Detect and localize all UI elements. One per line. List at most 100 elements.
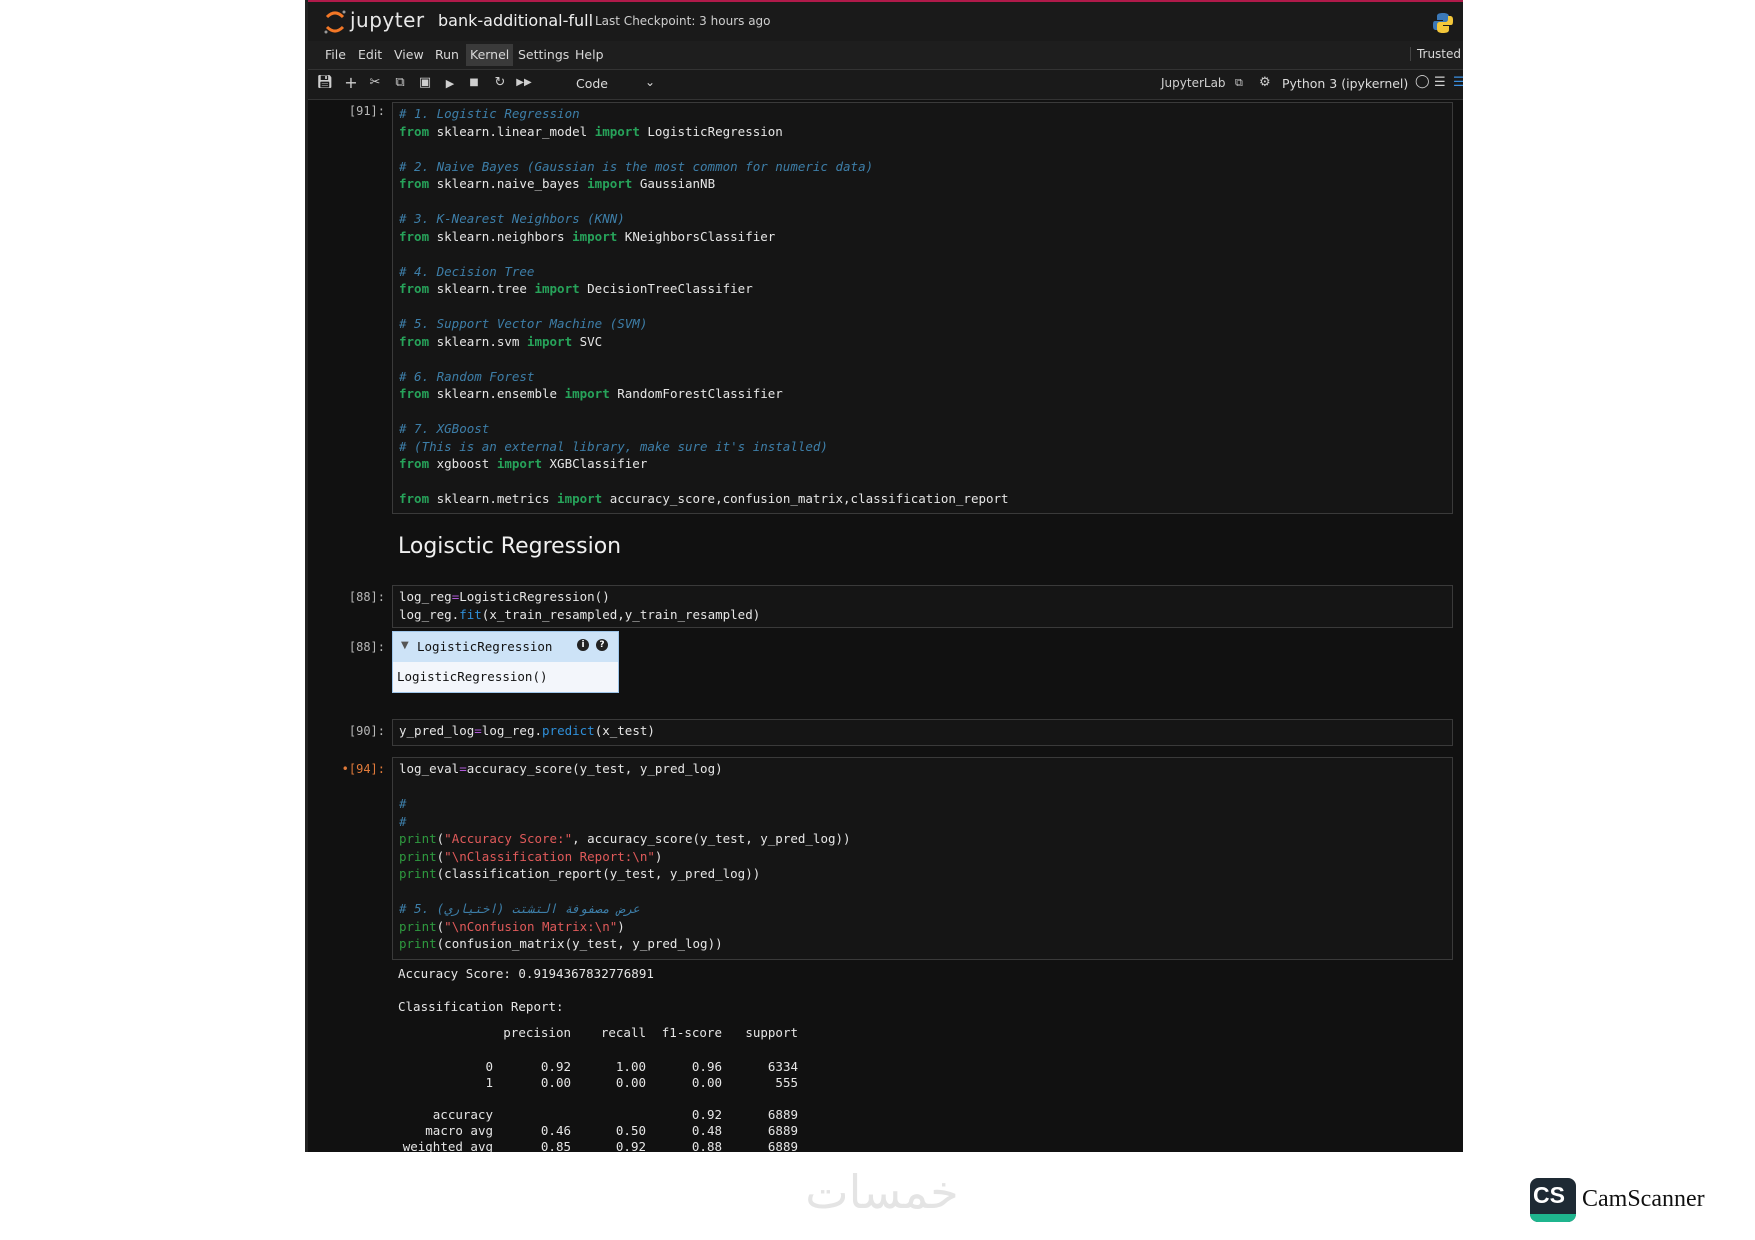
report-cell: 555 bbox=[775, 1075, 798, 1090]
report-cell: 0.48 bbox=[691, 1123, 722, 1138]
camscanner-badge: CS bbox=[1530, 1178, 1576, 1222]
report-cell: 0.88 bbox=[691, 1139, 722, 1152]
help-icon[interactable]: ? bbox=[596, 639, 608, 651]
menu-help[interactable]: Help bbox=[575, 47, 604, 62]
copy-icon[interactable]: ⧉ bbox=[391, 75, 409, 90]
report-row: accuracy 0.92 6889 bbox=[398, 1107, 798, 1123]
report-cell: 0.92 bbox=[615, 1139, 646, 1152]
report-row: weighted avg 0.85 0.92 0.88 6889 bbox=[398, 1139, 798, 1152]
code-cell-evaluate[interactable]: log_eval=accuracy_score(y_test, y_pred_l… bbox=[392, 757, 1453, 960]
property-inspector-icon[interactable]: ☰ bbox=[1453, 75, 1463, 90]
report-cell: 0.85 bbox=[540, 1139, 571, 1152]
report-spacer bbox=[398, 1091, 798, 1107]
add-cell-icon[interactable]: + bbox=[342, 73, 360, 92]
menu-run[interactable]: Run bbox=[435, 47, 459, 62]
menu-view[interactable]: View bbox=[394, 47, 424, 62]
report-cell bbox=[571, 1107, 646, 1123]
report-cell: 1.00 bbox=[615, 1059, 646, 1074]
report-cell bbox=[493, 1107, 571, 1123]
report-cell: 0.00 bbox=[615, 1075, 646, 1090]
report-cell: 6334 bbox=[767, 1059, 798, 1074]
menu-bar: File Edit View Run Kernel Settings Help … bbox=[308, 41, 1463, 70]
report-cell: 0.96 bbox=[691, 1059, 722, 1074]
menu-edit[interactable]: Edit bbox=[358, 47, 382, 62]
markdown-heading[interactable]: Logisctic Regression bbox=[398, 534, 621, 559]
cell-type-select[interactable]: Code bbox=[576, 76, 608, 91]
report-cell: 6889 bbox=[767, 1123, 798, 1138]
report-cell: 0.00 bbox=[691, 1075, 722, 1090]
save-icon[interactable]: 💾︎ bbox=[316, 75, 334, 90]
report-cell: accuracy bbox=[432, 1107, 493, 1122]
cell-prompt: [88]: bbox=[348, 590, 385, 604]
report-title: Classification Report: bbox=[398, 999, 564, 1014]
run-icon[interactable]: ▶ bbox=[441, 77, 459, 90]
notebook-toolbar: 💾︎ + ✂ ⧉ ▣ ▶ ■ ↻ ▶▶ Code ⌄ JupyterLab ⧉ … bbox=[308, 70, 1463, 100]
estimator-widget[interactable]: ▼ LogisticRegression i ? LogisticRegress… bbox=[392, 631, 619, 693]
report-cell: 0.50 bbox=[615, 1123, 646, 1138]
stop-icon[interactable]: ■ bbox=[465, 77, 483, 88]
python-logo-icon bbox=[1433, 13, 1453, 33]
report-header-cell bbox=[398, 1025, 493, 1041]
code-cell-fit[interactable]: log_reg=LogisticRegression() log_reg.fit… bbox=[392, 585, 1453, 628]
output-prompt: [88]: bbox=[348, 640, 385, 654]
collapse-chevron-icon[interactable]: ▼ bbox=[401, 640, 409, 651]
report-header-cell: recall bbox=[600, 1025, 646, 1040]
title-bar: jupyter bank-additional-full Last Checkp… bbox=[308, 0, 1463, 43]
estimator-repr: LogisticRegression() bbox=[397, 669, 548, 684]
report-spacer bbox=[398, 1041, 798, 1059]
kernel-name[interactable]: Python 3 (ipykernel) bbox=[1282, 76, 1408, 91]
cut-icon[interactable]: ✂ bbox=[366, 75, 384, 90]
menu-file[interactable]: File bbox=[325, 47, 346, 62]
code-cell-imports[interactable]: # 1. Logistic Regression from sklearn.li… bbox=[392, 102, 1453, 514]
info-icon[interactable]: i bbox=[577, 639, 589, 651]
report-row: macro avg 0.46 0.50 0.48 6889 bbox=[398, 1123, 798, 1139]
paste-icon[interactable]: ▣ bbox=[416, 75, 434, 90]
trusted-indicator[interactable]: Trusted bbox=[1409, 47, 1461, 61]
cell-source: # 1. Logistic Regression from sklearn.li… bbox=[399, 106, 1009, 506]
estimator-header[interactable]: ▼ LogisticRegression i ? bbox=[393, 632, 618, 662]
jupyter-window: jupyter bank-additional-full Last Checkp… bbox=[305, 0, 1463, 1152]
report-row: 1 0.00 0.00 0.00 555 bbox=[398, 1075, 798, 1091]
camscanner-badge-text: CS bbox=[1533, 1182, 1565, 1208]
camscanner-text: CamScanner bbox=[1582, 1186, 1705, 1212]
report-cell: 6889 bbox=[767, 1139, 798, 1152]
menu-kernel[interactable]: Kernel bbox=[466, 44, 514, 66]
report-row: 0 0.92 1.00 0.96 6334 bbox=[398, 1059, 798, 1075]
jupyter-logo-icon[interactable] bbox=[322, 8, 348, 36]
cell-prompt: [90]: bbox=[348, 724, 385, 738]
khamsat-watermark-logo: خمسات bbox=[805, 1165, 958, 1219]
estimator-name[interactable]: LogisticRegression bbox=[417, 639, 552, 654]
last-checkpoint: Last Checkpoint: 3 hours ago bbox=[595, 14, 771, 28]
report-cell: 0.92 bbox=[540, 1059, 571, 1074]
report-cell: weighted avg bbox=[402, 1139, 493, 1152]
cell-source: y_pred_log=log_reg.predict(x_test) bbox=[399, 723, 655, 738]
chevron-down-icon[interactable]: ⌄ bbox=[645, 75, 655, 89]
report-header-cell: precision bbox=[503, 1025, 571, 1040]
notebook-title[interactable]: bank-additional-full bbox=[438, 11, 593, 30]
restart-icon[interactable]: ↻ bbox=[491, 75, 509, 90]
run-all-icon[interactable]: ▶▶ bbox=[515, 77, 533, 88]
watermark-text: خمسات bbox=[805, 1165, 958, 1219]
cell-prompt: [91]: bbox=[348, 104, 385, 118]
cell-source: log_reg=LogisticRegression() log_reg.fit… bbox=[399, 589, 761, 622]
report-cell: 0 bbox=[485, 1059, 493, 1074]
report-header-cell: f1-score bbox=[661, 1025, 722, 1040]
classification-report: precision recall f1-score support 0 0.92… bbox=[398, 1025, 798, 1152]
menu-settings[interactable]: Settings bbox=[518, 47, 569, 62]
menu-icon[interactable]: ☰ bbox=[1434, 75, 1446, 90]
external-link-icon[interactable]: ⧉ bbox=[1235, 76, 1243, 90]
report-cell: 0.92 bbox=[691, 1107, 722, 1122]
accuracy-output: Accuracy Score: 0.9194367832776891 bbox=[398, 966, 654, 981]
report-cell: 6889 bbox=[767, 1107, 798, 1122]
report-header-row: precision recall f1-score support bbox=[398, 1025, 798, 1041]
jupyterlab-link[interactable]: JupyterLab bbox=[1161, 76, 1226, 90]
report-cell: 1 bbox=[485, 1075, 493, 1090]
jupyter-logo-text: jupyter bbox=[350, 8, 425, 32]
gear-icon[interactable]: ⚙ bbox=[1259, 75, 1271, 90]
cell-prompt: •[94]: bbox=[341, 762, 385, 776]
report-cell: 0.00 bbox=[540, 1075, 571, 1090]
report-header-cell: support bbox=[745, 1025, 798, 1040]
cell-source: log_eval=accuracy_score(y_test, y_pred_l… bbox=[399, 761, 851, 951]
code-cell-predict[interactable]: y_pred_log=log_reg.predict(x_test) bbox=[392, 719, 1453, 746]
kernel-status-icon: ◯ bbox=[1415, 74, 1430, 89]
